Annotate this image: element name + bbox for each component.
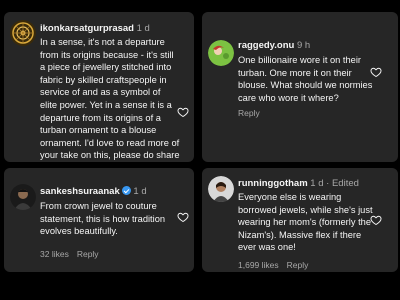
verified-badge-icon [121,186,131,195]
heart-icon[interactable] [370,214,382,226]
comment-footer: 32 likes Reply [40,249,99,259]
reply-button[interactable]: Reply [287,260,309,270]
reply-button[interactable]: Reply [77,249,99,259]
username[interactable]: runninggotham [238,178,308,189]
comment-card: ikonkarsatgurprasad 1 d In a sense, it's… [4,12,194,162]
timestamp: 1 d [310,178,324,189]
likes-count[interactable]: 1,699 likes [238,260,279,270]
reply-button[interactable]: Reply [238,108,260,118]
username[interactable]: raggedy.onu [238,40,294,51]
portrait-avatar-icon[interactable] [10,184,36,210]
comment-text: One billionaire wore it on their turban.… [238,55,373,103]
username[interactable]: ikonkarsatgurprasad [40,23,134,34]
comment-card: raggedy.onu 9 h One billionaire wore it … [202,12,398,162]
comment-header: raggedy.onu 9 h [238,40,310,51]
comment-text: Everyone else is wearing borrowed jewels… [238,192,373,253]
heart-icon[interactable] [177,211,189,223]
likes-count[interactable]: 32 likes [40,249,69,259]
timestamp: 1 d [133,186,147,197]
edited-label: · Edited [326,178,359,189]
comment-header: ikonkarsatgurprasad 1 d [40,23,150,34]
comment-card: sankeshsuraanak 1 d From crown jewel to … [4,168,194,272]
timestamp: 9 h [296,40,311,51]
username[interactable]: sankeshsuraanak [40,186,120,197]
heart-icon[interactable] [370,66,382,78]
mandala-avatar-icon[interactable] [10,20,36,46]
comment-footer: 1,699 likes Reply [238,260,308,270]
comment-text: In a sense, it's not a departure from it… [40,37,180,161]
heart-icon[interactable] [177,106,189,118]
timestamp: 1 d [136,23,150,34]
photo-avatar-icon[interactable] [208,176,234,202]
comment-header: runninggotham 1 d · Edited [238,178,359,189]
comment-header: sankeshsuraanak 1 d [40,186,147,197]
green-avatar-icon[interactable] [208,40,234,66]
comment-footer: Reply [238,108,260,118]
comment-text: From crown jewel to couture statement, t… [40,201,166,237]
comment-card: runninggotham 1 d · Edited Everyone else… [202,168,398,272]
